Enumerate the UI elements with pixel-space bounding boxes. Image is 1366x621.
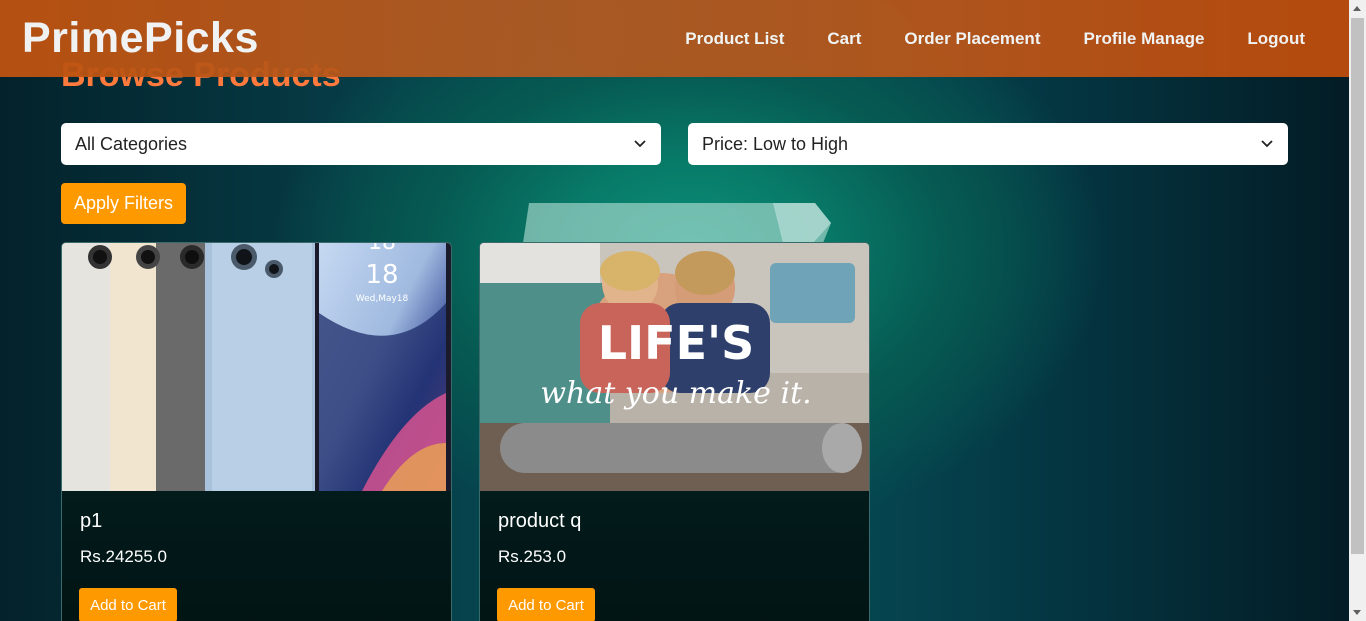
nav-profile-manage[interactable]: Profile Manage xyxy=(1083,29,1204,49)
product-name: product q xyxy=(498,510,582,532)
scroll-thumb[interactable] xyxy=(1351,18,1364,554)
decorative-shape xyxy=(523,203,831,243)
nav-cart[interactable]: Cart xyxy=(827,29,861,49)
apply-filters-button[interactable]: Apply Filters xyxy=(61,183,186,224)
scroll-down-icon[interactable] xyxy=(1353,610,1361,615)
nav-order-placement[interactable]: Order Placement xyxy=(904,29,1040,49)
phone-clock-hour: 18 xyxy=(368,243,396,255)
brand-logo[interactable]: PrimePicks xyxy=(22,14,259,63)
phone-clock-minute: 18 xyxy=(365,260,398,290)
product-name: p1 xyxy=(80,510,103,532)
chevron-down-icon xyxy=(1261,140,1273,148)
chevron-down-icon xyxy=(634,140,646,148)
banner-tagline: what you make it. xyxy=(540,376,811,411)
product-image[interactable]: LIFE'S what you make it. xyxy=(480,243,870,491)
product-image[interactable]: 18 18 Wed,May18 xyxy=(62,243,452,491)
product-price: Rs.253.0 xyxy=(498,547,567,566)
top-navbar: PrimePicks Product List Cart Order Place… xyxy=(0,0,1349,77)
product-price: Rs.24255.0 xyxy=(80,547,167,566)
scroll-up-icon[interactable] xyxy=(1353,6,1361,11)
product-card: 18 18 Wed,May18 p1 Rs.24255.0 Add to Car… xyxy=(61,242,452,621)
product-card: LIFE'S what you make it. product q Rs.25… xyxy=(479,242,870,621)
phone-date: Wed,May18 xyxy=(356,294,409,304)
category-select-value: All Categories xyxy=(75,134,188,154)
nav-logout[interactable]: Logout xyxy=(1247,29,1305,49)
main-nav: Product List Cart Order Placement Profil… xyxy=(642,29,1305,49)
vertical-scrollbar[interactable] xyxy=(1349,0,1366,621)
sort-select[interactable]: Price: Low to High xyxy=(688,123,1288,165)
category-select[interactable]: All Categories xyxy=(61,123,661,165)
sort-select-value: Price: Low to High xyxy=(702,134,849,154)
nav-product-list[interactable]: Product List xyxy=(685,29,784,49)
add-to-cart-button[interactable]: Add to Cart xyxy=(497,588,595,621)
banner-headline: LIFE'S xyxy=(598,316,755,370)
add-to-cart-button[interactable]: Add to Cart xyxy=(79,588,177,621)
